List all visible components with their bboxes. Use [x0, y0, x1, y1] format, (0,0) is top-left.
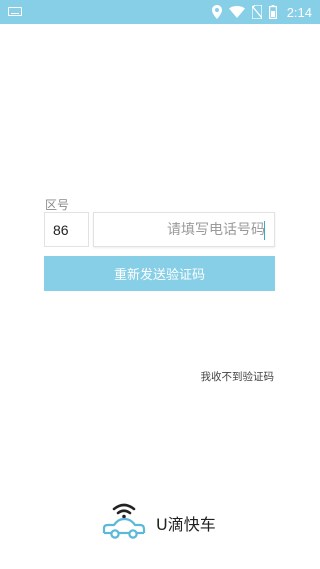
phone-field[interactable]	[93, 212, 275, 247]
area-code-field[interactable]: 86	[44, 212, 89, 247]
no-sim-icon	[251, 5, 262, 19]
status-bar: 2:14	[0, 0, 320, 24]
brand-name: U滴快车	[156, 515, 216, 534]
brand-logo: U滴快车	[100, 498, 216, 544]
keyboard-icon	[8, 7, 22, 16]
resend-code-button[interactable]: 重新发送验证码	[44, 256, 275, 291]
status-icons: 2:14	[211, 0, 312, 24]
battery-icon	[268, 5, 277, 19]
wifi-car-icon	[102, 503, 146, 539]
text-caret	[263, 221, 265, 240]
phone-input[interactable]	[94, 221, 265, 238]
wifi-icon	[228, 6, 245, 18]
no-code-link[interactable]: 我收不到验证码	[201, 369, 275, 384]
location-icon	[211, 5, 222, 19]
status-time: 2:14	[286, 4, 312, 20]
area-code-label: 区号	[45, 198, 70, 212]
